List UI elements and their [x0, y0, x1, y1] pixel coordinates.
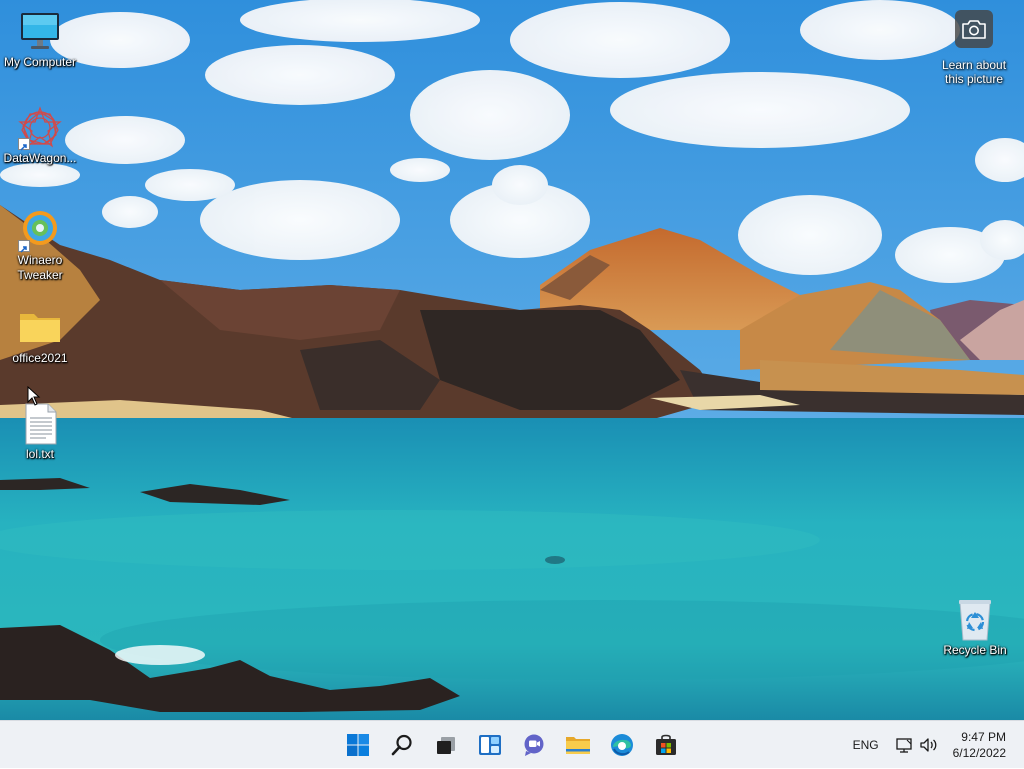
store-icon: [656, 734, 676, 755]
desktop-icon-winaero-tweaker[interactable]: Winaero Tweaker: [0, 208, 80, 283]
computer-icon: [18, 10, 62, 54]
edge-icon: [611, 734, 633, 756]
start-button[interactable]: [336, 723, 380, 767]
text-file-icon: [18, 402, 62, 446]
desktop-icon-label: lol.txt: [25, 447, 54, 461]
shortcut-arrow-icon: [18, 240, 30, 253]
desktop[interactable]: My Computer DataWagon... Winaero Tweaker…: [0, 0, 1024, 720]
chat-button[interactable]: [512, 723, 556, 767]
desktop-icon-office2021[interactable]: office2021: [0, 306, 80, 366]
file-explorer-button[interactable]: [556, 723, 600, 767]
system-tray: ENG 9:47 PM 6/12/2022: [853, 721, 1024, 769]
taskbar: ENG 9:47 PM 6/12/2022: [0, 720, 1024, 768]
task-view-button[interactable]: [424, 723, 468, 767]
desktop-icon-my-computer[interactable]: My Computer: [0, 10, 80, 70]
search-icon: [391, 734, 412, 756]
desktop-icon-label: My Computer: [3, 55, 77, 69]
wallpaper: [0, 0, 1024, 720]
taskbar-apps: [336, 721, 688, 769]
teams-chat-icon: [524, 734, 544, 756]
network-icon: [895, 738, 912, 753]
desktop-icon-label: Recycle Bin: [943, 643, 1007, 657]
mouse-cursor-icon: [27, 386, 41, 406]
windows-start-icon: [347, 734, 369, 756]
file-explorer-icon: [566, 737, 590, 754]
recycle-bin-icon: [953, 598, 997, 642]
desktop-icon-datawagon[interactable]: DataWagon...: [0, 106, 80, 166]
datawagon-star-icon: [18, 106, 62, 151]
winaero-tweaker-icon: [18, 208, 62, 253]
shortcut-arrow-icon: [18, 138, 30, 151]
clock-date: 6/12/2022: [952, 746, 1006, 760]
desktop-icon-recycle-bin[interactable]: Recycle Bin: [935, 598, 1015, 658]
widgets-icon: [479, 735, 501, 755]
search-button[interactable]: [380, 723, 424, 767]
edge-button[interactable]: [600, 723, 644, 767]
clock-time: 9:47 PM: [961, 730, 1006, 744]
desktop-icon-label: office2021: [12, 351, 68, 365]
desktop-icon-label: DataWagon...: [3, 151, 77, 165]
widgets-button[interactable]: [468, 723, 512, 767]
clock[interactable]: 9:47 PM 6/12/2022: [953, 729, 1006, 761]
store-button[interactable]: [644, 723, 688, 767]
learn-about-this-picture[interactable]: Learn about this picture: [932, 10, 1016, 86]
camera-icon: [955, 10, 993, 48]
desktop-icon-lol-txt[interactable]: lol.txt: [0, 402, 80, 462]
volume-icon: [919, 738, 937, 752]
desktop-icon-label: Winaero Tweaker: [17, 253, 63, 282]
quick-settings[interactable]: [895, 736, 939, 754]
learn-about-picture-label: Learn about this picture: [941, 58, 1007, 86]
task-view-icon: [437, 737, 455, 754]
language-indicator[interactable]: ENG: [853, 738, 879, 752]
folder-icon: [18, 306, 62, 350]
